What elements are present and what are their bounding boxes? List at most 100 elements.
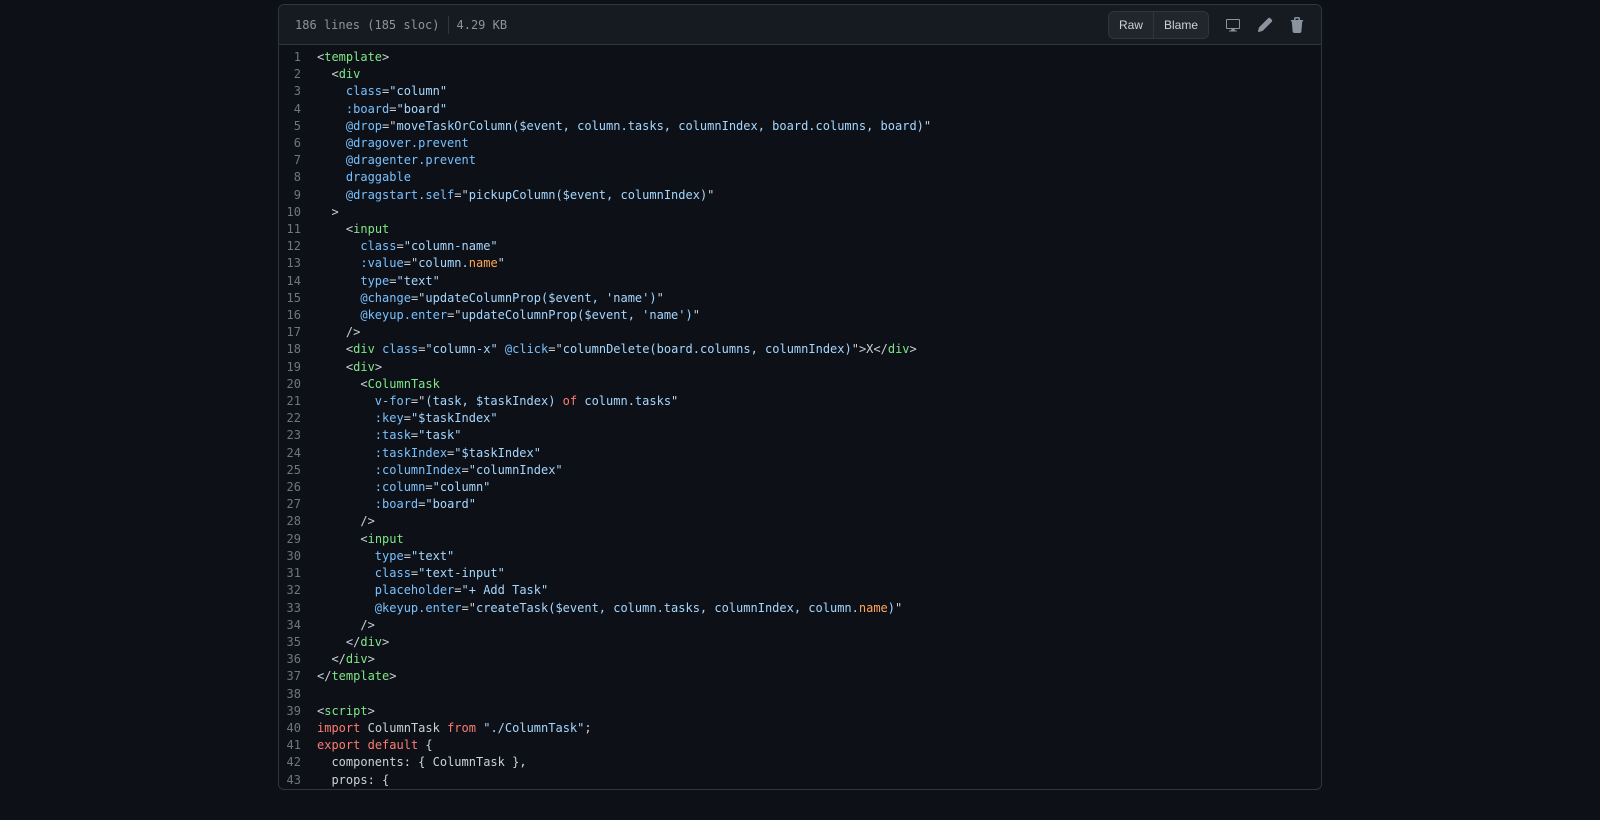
code-line[interactable]: 16 @keyup.enter="updateColumnProp($event… <box>279 307 1321 324</box>
line-content[interactable]: <div class="column-x" @click="columnDele… <box>317 341 1321 358</box>
line-content[interactable]: @drop="moveTaskOrColumn($event, column.t… <box>317 118 1321 135</box>
line-content[interactable]: <input <box>317 221 1321 238</box>
code-line[interactable]: 28 /> <box>279 513 1321 530</box>
line-content[interactable]: > <box>317 204 1321 221</box>
line-number[interactable]: 35 <box>279 634 317 651</box>
line-content[interactable]: v-for="(task, $taskIndex) of column.task… <box>317 393 1321 410</box>
line-number[interactable]: 38 <box>279 686 317 703</box>
line-content[interactable]: :board="board" <box>317 101 1321 118</box>
code-line[interactable]: 41export default { <box>279 737 1321 754</box>
code-line[interactable]: 37</template> <box>279 668 1321 685</box>
line-content[interactable]: /> <box>317 617 1321 634</box>
code-line[interactable]: 21 v-for="(task, $taskIndex) of column.t… <box>279 393 1321 410</box>
line-content[interactable]: /> <box>317 513 1321 530</box>
blame-button[interactable]: Blame <box>1153 12 1208 38</box>
code-line[interactable]: 14 type="text" <box>279 273 1321 290</box>
desktop-icon[interactable] <box>1217 11 1249 39</box>
line-number[interactable]: 34 <box>279 617 317 634</box>
line-number[interactable]: 36 <box>279 651 317 668</box>
line-number[interactable]: 1 <box>279 49 317 66</box>
code-line[interactable]: 3 class="column" <box>279 83 1321 100</box>
code-line[interactable]: 26 :column="column" <box>279 479 1321 496</box>
line-content[interactable]: type="text" <box>317 548 1321 565</box>
code-area[interactable]: 1<template>2 <div3 class="column"4 :boar… <box>279 45 1321 789</box>
delete-icon[interactable] <box>1281 11 1313 39</box>
line-number[interactable]: 24 <box>279 445 317 462</box>
line-number[interactable]: 16 <box>279 307 317 324</box>
line-number[interactable]: 22 <box>279 410 317 427</box>
line-content[interactable]: placeholder="+ Add Task" <box>317 582 1321 599</box>
code-line[interactable]: 33 @keyup.enter="createTask($event, colu… <box>279 600 1321 617</box>
line-number[interactable]: 15 <box>279 290 317 307</box>
line-number[interactable]: 30 <box>279 548 317 565</box>
code-line[interactable]: 35 </div> <box>279 634 1321 651</box>
code-line[interactable]: 6 @dragover.prevent <box>279 135 1321 152</box>
line-content[interactable]: props: { <box>317 772 1321 789</box>
line-number[interactable]: 5 <box>279 118 317 135</box>
line-content[interactable]: export default { <box>317 737 1321 754</box>
code-line[interactable]: 5 @drop="moveTaskOrColumn($event, column… <box>279 118 1321 135</box>
line-content[interactable]: </div> <box>317 651 1321 668</box>
code-line[interactable]: 8 draggable <box>279 169 1321 186</box>
line-content[interactable]: <div> <box>317 359 1321 376</box>
line-content[interactable]: <template> <box>317 49 1321 66</box>
line-content[interactable]: draggable <box>317 169 1321 186</box>
line-number[interactable]: 3 <box>279 83 317 100</box>
line-content[interactable]: <input <box>317 531 1321 548</box>
raw-button[interactable]: Raw <box>1109 12 1153 38</box>
line-content[interactable]: class="column" <box>317 83 1321 100</box>
line-number[interactable]: 27 <box>279 496 317 513</box>
line-content[interactable]: /> <box>317 324 1321 341</box>
code-line[interactable]: 12 class="column-name" <box>279 238 1321 255</box>
line-content[interactable]: :key="$taskIndex" <box>317 410 1321 427</box>
line-number[interactable]: 31 <box>279 565 317 582</box>
code-line[interactable]: 18 <div class="column-x" @click="columnD… <box>279 341 1321 358</box>
line-content[interactable]: :value="column.name" <box>317 255 1321 272</box>
line-number[interactable]: 42 <box>279 754 317 771</box>
code-line[interactable]: 32 placeholder="+ Add Task" <box>279 582 1321 599</box>
line-content[interactable]: <script> <box>317 703 1321 720</box>
line-content[interactable]: import ColumnTask from "./ColumnTask"; <box>317 720 1321 737</box>
line-number[interactable]: 2 <box>279 66 317 83</box>
code-line[interactable]: 7 @dragenter.prevent <box>279 152 1321 169</box>
line-number[interactable]: 9 <box>279 187 317 204</box>
line-number[interactable]: 21 <box>279 393 317 410</box>
line-content[interactable]: @dragover.prevent <box>317 135 1321 152</box>
line-number[interactable]: 43 <box>279 772 317 789</box>
line-number[interactable]: 37 <box>279 668 317 685</box>
code-line[interactable]: 2 <div <box>279 66 1321 83</box>
code-line[interactable]: 36 </div> <box>279 651 1321 668</box>
line-number[interactable]: 33 <box>279 600 317 617</box>
line-content[interactable]: components: { ColumnTask }, <box>317 754 1321 771</box>
line-content[interactable]: :column="column" <box>317 479 1321 496</box>
line-content[interactable]: @dragstart.self="pickupColumn($event, co… <box>317 187 1321 204</box>
line-number[interactable]: 28 <box>279 513 317 530</box>
code-line[interactable]: 4 :board="board" <box>279 101 1321 118</box>
line-content[interactable]: class="text-input" <box>317 565 1321 582</box>
code-line[interactable]: 25 :columnIndex="columnIndex" <box>279 462 1321 479</box>
line-number[interactable]: 20 <box>279 376 317 393</box>
line-content[interactable] <box>317 686 1321 703</box>
line-content[interactable]: @dragenter.prevent <box>317 152 1321 169</box>
line-number[interactable]: 6 <box>279 135 317 152</box>
line-number[interactable]: 8 <box>279 169 317 186</box>
line-number[interactable]: 7 <box>279 152 317 169</box>
line-content[interactable]: </template> <box>317 668 1321 685</box>
line-number[interactable]: 41 <box>279 737 317 754</box>
code-line[interactable]: 38 <box>279 686 1321 703</box>
code-line[interactable]: 11 <input <box>279 221 1321 238</box>
line-content[interactable]: @keyup.enter="updateColumnProp($event, '… <box>317 307 1321 324</box>
line-number[interactable]: 10 <box>279 204 317 221</box>
line-content[interactable]: :taskIndex="$taskIndex" <box>317 445 1321 462</box>
code-line[interactable]: 9 @dragstart.self="pickupColumn($event, … <box>279 187 1321 204</box>
line-number[interactable]: 14 <box>279 273 317 290</box>
line-content[interactable]: :columnIndex="columnIndex" <box>317 462 1321 479</box>
line-content[interactable]: :task="task" <box>317 427 1321 444</box>
code-line[interactable]: 20 <ColumnTask <box>279 376 1321 393</box>
line-content[interactable]: <div <box>317 66 1321 83</box>
code-line[interactable]: 15 @change="updateColumnProp($event, 'na… <box>279 290 1321 307</box>
edit-icon[interactable] <box>1249 11 1281 39</box>
code-line[interactable]: 30 type="text" <box>279 548 1321 565</box>
code-line[interactable]: 13 :value="column.name" <box>279 255 1321 272</box>
line-number[interactable]: 12 <box>279 238 317 255</box>
